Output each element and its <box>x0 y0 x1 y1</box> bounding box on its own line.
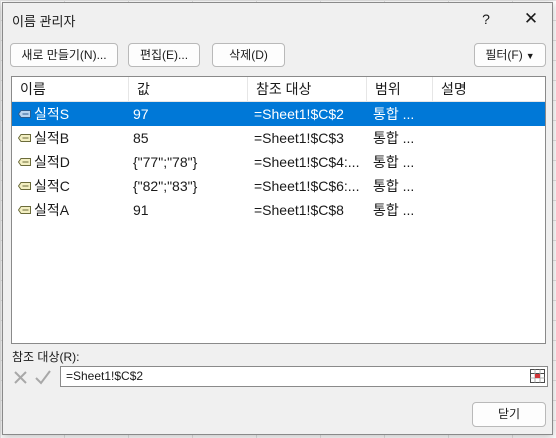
x-icon[interactable] <box>12 367 30 387</box>
row-value: {"82";"83"} <box>133 178 198 194</box>
range-picker-icon[interactable] <box>530 369 545 383</box>
column-header-refers-to[interactable]: 참조 대상 <box>248 77 367 101</box>
row-refers-to: =Sheet1!$C$8 <box>254 202 344 218</box>
row-refers-to: =Sheet1!$C$4:... <box>254 154 360 170</box>
caret-down-icon: ▼ <box>525 51 535 61</box>
table-row[interactable]: 실적S 97 =Sheet1!$C$2 통합 ... <box>12 102 545 126</box>
title-bar: 이름 관리자 ? ✕ <box>3 3 552 35</box>
row-value: {"77";"78"} <box>133 154 198 170</box>
column-header-value[interactable]: 값 <box>129 77 248 101</box>
row-name: 실적S <box>34 106 70 122</box>
row-scope: 통합 ... <box>373 202 415 218</box>
list-header: 이름 값 참조 대상 범위 설명 <box>12 77 545 102</box>
row-refers-to: =Sheet1!$C$3 <box>254 130 344 146</box>
new-name-button[interactable]: 새로 만들기(N)... <box>10 43 118 67</box>
refers-to-label: 참조 대상(R): <box>12 350 80 364</box>
row-value: 85 <box>133 130 149 146</box>
row-name: 실적B <box>34 130 70 146</box>
name-tag-icon <box>18 182 31 190</box>
table-row[interactable]: 실적C {"82";"83"} =Sheet1!$C$6:... 통합 ... <box>12 174 545 198</box>
name-manager-dialog: 이름 관리자 ? ✕ 새로 만들기(N)... 편집(E)... 삭제(D) 필… <box>2 2 553 435</box>
name-tag-icon <box>18 158 31 166</box>
column-header-comment[interactable]: 설명 <box>433 77 545 101</box>
row-scope: 통합 ... <box>373 106 415 122</box>
dialog-title: 이름 관리자 <box>12 14 76 29</box>
refers-to-value: =Sheet1!$C$2 <box>66 369 144 383</box>
close-button[interactable]: 닫기 <box>472 402 546 427</box>
help-button[interactable]: ? <box>473 8 499 30</box>
row-refers-to: =Sheet1!$C$6:... <box>254 178 360 194</box>
row-comment <box>440 174 540 198</box>
row-comment <box>440 150 540 174</box>
row-name: 실적D <box>34 154 70 170</box>
row-scope: 통합 ... <box>373 178 415 194</box>
row-name: 실적C <box>34 178 70 194</box>
row-value: 91 <box>133 202 149 218</box>
refers-to-input[interactable]: =Sheet1!$C$2 <box>60 366 548 387</box>
row-scope: 통합 ... <box>373 130 415 146</box>
filter-label: 필터(F) <box>485 48 523 62</box>
check-icon[interactable] <box>34 367 52 387</box>
table-row[interactable]: 실적D {"77";"78"} =Sheet1!$C$4:... 통합 ... <box>12 150 545 174</box>
row-scope: 통합 ... <box>373 154 415 170</box>
row-comment <box>440 198 540 222</box>
name-tag-icon <box>18 206 31 214</box>
edit-name-button[interactable]: 편집(E)... <box>128 43 200 67</box>
names-list[interactable]: 이름 값 참조 대상 범위 설명 실적S 97 =Sheet1!$C$2 통합 … <box>11 76 546 344</box>
row-comment <box>440 126 540 150</box>
delete-name-button[interactable]: 삭제(D) <box>212 43 285 67</box>
column-header-name[interactable]: 이름 <box>12 77 129 101</box>
table-row[interactable]: 실적B 85 =Sheet1!$C$3 통합 ... <box>12 126 545 150</box>
row-comment <box>440 102 540 126</box>
name-tag-icon <box>18 134 31 142</box>
close-icon[interactable]: ✕ <box>516 8 546 30</box>
row-value: 97 <box>133 106 149 122</box>
row-name: 실적A <box>34 202 70 218</box>
column-header-scope[interactable]: 범위 <box>367 77 433 101</box>
row-refers-to: =Sheet1!$C$2 <box>254 106 344 122</box>
filter-button[interactable]: 필터(F) ▼ <box>474 43 546 67</box>
name-tag-icon <box>18 110 31 118</box>
table-row[interactable]: 실적A 91 =Sheet1!$C$8 통합 ... <box>12 198 545 222</box>
